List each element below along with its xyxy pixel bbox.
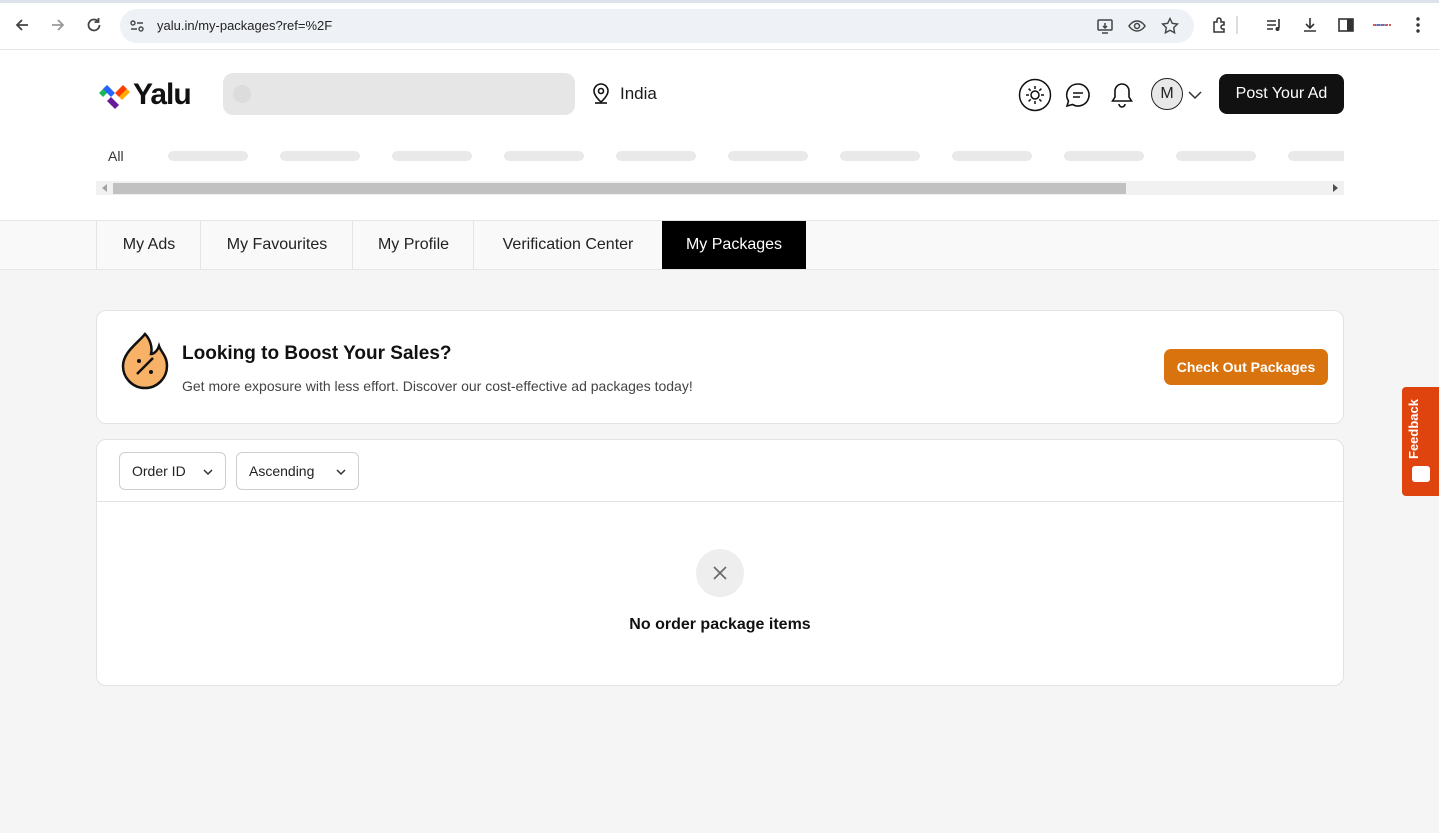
yalu-logo-icon <box>99 85 130 109</box>
search-skeleton-dot <box>233 85 251 103</box>
site-logo[interactable]: Yalu <box>97 78 192 111</box>
category-skeleton <box>1064 151 1144 161</box>
media-queue-icon[interactable] <box>1264 15 1284 35</box>
site-settings-icon[interactable] <box>128 17 146 35</box>
tab-verification-center[interactable]: Verification Center <box>473 221 662 269</box>
feedback-label: Feedback <box>1406 399 1421 459</box>
category-skeleton <box>952 151 1032 161</box>
side-panel-icon[interactable] <box>1336 15 1356 35</box>
location-selector[interactable]: India <box>590 82 657 106</box>
back-icon[interactable] <box>10 13 34 37</box>
chat-icon[interactable] <box>1061 78 1095 112</box>
reload-icon[interactable] <box>82 13 106 37</box>
tab-my-packages[interactable]: My Packages <box>662 221 806 269</box>
eye-icon[interactable] <box>1128 17 1146 35</box>
category-skeleton <box>616 151 696 161</box>
tab-my-profile[interactable]: My Profile <box>352 221 474 269</box>
search-input-skeleton[interactable] <box>223 73 575 115</box>
category-skeleton <box>1288 151 1344 161</box>
sort-order-value: Ascending <box>249 463 315 479</box>
scroll-left-arrow-icon[interactable] <box>102 184 107 192</box>
category-skeleton <box>1176 151 1256 161</box>
category-skeleton <box>280 151 360 161</box>
tab-my-favourites[interactable]: My Favourites <box>200 221 353 269</box>
check-out-packages-button[interactable]: Check Out Packages <box>1164 349 1328 385</box>
url-text[interactable]: yalu.in/my-packages?ref=%2F <box>157 18 332 33</box>
logo-wordmark: Yalu <box>133 78 192 111</box>
chevron-down-icon[interactable] <box>1186 86 1204 104</box>
account-tabs: My Ads My Favourites My Profile Verifica… <box>0 221 1439 270</box>
order-packages-panel: Order ID Ascending No order package item… <box>96 439 1344 686</box>
empty-state-message: No order package items <box>629 616 811 633</box>
browser-menu-icon[interactable] <box>1408 15 1428 35</box>
orders-toolbar: Order ID Ascending <box>97 440 1343 502</box>
browser-tabstrip-edge <box>0 0 1439 3</box>
sort-field-value: Order ID <box>132 463 186 479</box>
category-all[interactable]: All <box>108 148 124 164</box>
install-app-icon[interactable] <box>1096 17 1114 35</box>
toolbar-divider <box>1236 16 1238 34</box>
chevron-down-icon <box>201 465 215 479</box>
forward-icon[interactable] <box>46 13 70 37</box>
avatar[interactable]: M <box>1151 78 1183 110</box>
location-label: India <box>620 84 657 103</box>
notifications-bell-icon[interactable] <box>1105 78 1139 112</box>
browser-toolbar: yalu.in/my-packages?ref=%2F <box>0 0 1439 50</box>
category-skeleton <box>728 151 808 161</box>
feedback-tab[interactable]: Feedback <box>1402 387 1439 496</box>
boost-sales-banner: Looking to Boost Your Sales? Get more ex… <box>96 310 1344 424</box>
sort-field-select[interactable]: Order ID <box>119 452 226 490</box>
profile-badge-icon[interactable] <box>1372 15 1392 35</box>
address-bar[interactable]: yalu.in/my-packages?ref=%2F <box>120 9 1194 43</box>
category-skeleton <box>168 151 248 161</box>
category-skeleton <box>840 151 920 161</box>
scrollbar-thumb[interactable] <box>113 183 1126 194</box>
promo-title: Looking to Boost Your Sales? <box>182 343 452 364</box>
theme-toggle-sun-icon[interactable] <box>1018 78 1052 112</box>
tab-my-ads[interactable]: My Ads <box>96 221 201 269</box>
chevron-down-icon <box>334 465 348 479</box>
discount-flame-icon <box>121 332 169 390</box>
location-pin-icon <box>593 83 609 104</box>
category-skeleton <box>392 151 472 161</box>
downloads-icon[interactable] <box>1300 15 1320 35</box>
bookmark-star-icon[interactable] <box>1161 17 1179 35</box>
scroll-right-arrow-icon[interactable] <box>1333 184 1338 192</box>
category-scrollbar[interactable] <box>96 181 1344 195</box>
post-your-ad-button[interactable]: Post Your Ad <box>1219 74 1344 114</box>
extensions-icon[interactable] <box>1210 15 1230 35</box>
category-skeleton <box>504 151 584 161</box>
sort-order-select[interactable]: Ascending <box>236 452 359 490</box>
feedback-smile-icon <box>1412 466 1430 482</box>
promo-subtitle: Get more exposure with less effort. Disc… <box>182 378 693 394</box>
close-icon <box>696 549 744 597</box>
